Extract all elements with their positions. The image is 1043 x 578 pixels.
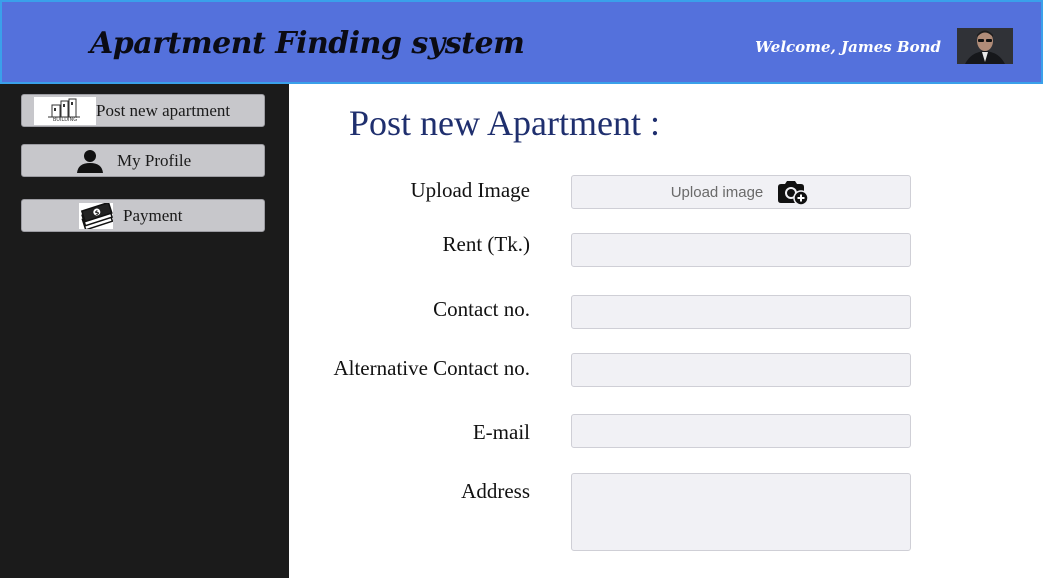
alternative-contact-label: Alternative Contact no. — [333, 356, 530, 380]
contact-field-wrap — [571, 295, 911, 329]
sidebar-item-my-profile[interactable]: My Profile — [21, 144, 265, 177]
user-photo-icon — [957, 28, 1013, 64]
money-icon: $ — [79, 201, 114, 231]
building-icon: BUILDING — [34, 97, 96, 125]
sidebar-item-post-new-apartment[interactable]: BUILDING Post new apartment — [21, 94, 265, 127]
upload-image-label: Upload Image — [410, 178, 530, 202]
page-title: Post new Apartment : — [349, 103, 660, 143]
camera-plus-icon — [775, 179, 811, 206]
user-icon — [76, 149, 104, 173]
app-title: Apartment Finding system — [90, 26, 525, 61]
address-field[interactable] — [572, 474, 910, 550]
rent-label: Rent (Tk.) — [442, 232, 530, 256]
avatar[interactable] — [957, 28, 1013, 64]
email-label: E-mail — [472, 420, 530, 444]
address-field-wrap — [571, 473, 911, 551]
building-icon-caption: BUILDING — [52, 117, 78, 123]
contact-label: Contact no. — [433, 297, 530, 321]
email-field[interactable] — [572, 415, 910, 447]
contact-field[interactable] — [572, 296, 910, 328]
sidebar-item-label: Post new apartment — [96, 101, 231, 120]
email-field-wrap — [571, 414, 911, 448]
alternative-contact-field-wrap — [571, 353, 911, 387]
address-label: Address — [461, 479, 530, 503]
sidebar: BUILDING Post new apartment My Profile $ — [0, 84, 289, 578]
rent-field-wrap — [571, 233, 911, 267]
rent-field[interactable] — [572, 234, 910, 266]
sidebar-item-payment[interactable]: $ Payment — [21, 199, 265, 232]
upload-image-button[interactable]: Upload image — [571, 175, 911, 209]
sidebar-item-label: Payment — [123, 206, 183, 225]
top-header: Apartment Finding system Welcome, James … — [0, 0, 1043, 84]
upload-image-text: Upload image — [670, 183, 764, 201]
alternative-contact-field[interactable] — [572, 354, 910, 386]
welcome-text: Welcome, James Bond — [755, 38, 941, 56]
sidebar-item-label: My Profile — [117, 151, 192, 170]
